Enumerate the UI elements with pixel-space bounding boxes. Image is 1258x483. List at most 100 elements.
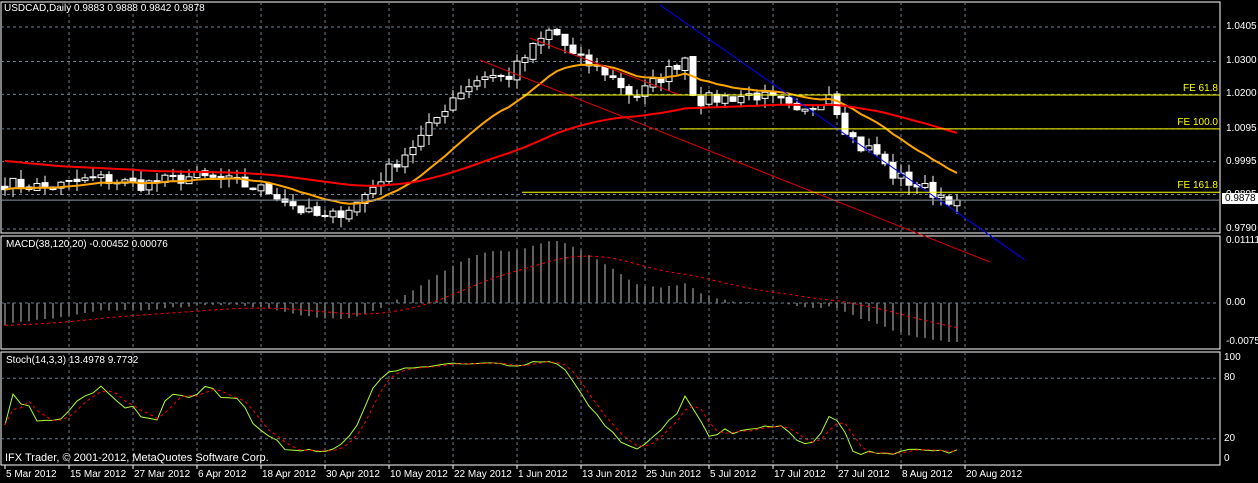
candle-body	[41, 182, 49, 188]
stoch-main-line	[4, 361, 958, 455]
candle-body	[401, 154, 409, 168]
price-tick-label: 1.0200	[1226, 88, 1257, 100]
macd-signal-line	[4, 255, 958, 329]
date-label: 10 May 2012	[390, 469, 448, 480]
candle-body	[521, 57, 529, 63]
candle-body	[921, 183, 929, 188]
candle-body	[321, 214, 329, 217]
candle-body	[697, 95, 705, 107]
candle-body	[929, 181, 937, 198]
panel-border	[0, 351, 1221, 466]
fibo-level-label: FE 100.0	[1177, 116, 1218, 128]
candle-body	[577, 53, 585, 56]
candle-body	[249, 187, 257, 190]
candle-body	[129, 177, 137, 182]
candle-body	[409, 146, 417, 156]
candle-body	[673, 64, 681, 70]
candle-body	[97, 174, 105, 179]
candle-body	[473, 80, 481, 87]
candle-body	[681, 57, 689, 71]
candle-body	[937, 194, 945, 198]
candle-body	[553, 29, 561, 36]
candle-body	[265, 182, 273, 195]
panel-border	[0, 235, 1221, 350]
price-tick-label: 0.9995	[1226, 155, 1257, 167]
date-label: 27 Mar 2012	[134, 469, 191, 480]
candle-body	[481, 76, 489, 81]
macd-title: MACD(38,120,20) -0.00452 0.00076	[6, 239, 168, 250]
candle-body	[873, 144, 881, 155]
candle-body	[393, 163, 401, 168]
candle-body	[465, 86, 473, 93]
macd-tick-label: -0.00756	[1226, 336, 1258, 347]
date-label: 30 Apr 2012	[326, 469, 380, 480]
date-label: 25 Jun 2012	[646, 469, 702, 480]
fast-ma-line	[4, 63, 958, 205]
price-tick-label: 1.0405	[1226, 21, 1257, 32]
date-label: 22 May 2012	[454, 469, 512, 480]
candle-body	[713, 93, 721, 103]
candle-body	[625, 86, 633, 96]
candle-body	[497, 75, 505, 78]
candle-body	[617, 77, 625, 89]
candle-body	[513, 60, 521, 81]
stoch-tick-label: 80	[1224, 372, 1236, 384]
stoch-tick-label: 20	[1224, 432, 1236, 444]
candle-body	[273, 194, 281, 200]
candle-body	[665, 66, 673, 83]
candle-body	[441, 111, 449, 117]
candle-body	[289, 201, 297, 207]
candle-body	[777, 95, 785, 99]
candle-body	[529, 43, 537, 60]
chart-canvas[interactable]	[0, 0, 1258, 483]
stoch-signal-line	[4, 361, 958, 455]
candle-body	[721, 95, 729, 104]
candle-body	[449, 97, 457, 111]
fibo-level-label: FE 161.8	[1177, 180, 1218, 192]
candle-body	[385, 163, 393, 182]
candle-body	[305, 207, 313, 213]
candle-body	[633, 95, 641, 98]
channel-line-upper	[659, 4, 1026, 261]
candle-body	[569, 44, 577, 54]
candle-body	[785, 96, 793, 104]
date-label: 17 Jul 2012	[774, 469, 826, 480]
candle-body	[81, 177, 89, 182]
macd-tick-label: 0.00	[1226, 297, 1246, 308]
candle-body	[257, 184, 265, 192]
candle-body	[801, 108, 809, 112]
chart-title: USDCAD,Daily 0.9883 0.9888 0.9842 0.9878	[4, 3, 205, 14]
candle-body	[841, 112, 849, 135]
stoch-tick-label: 100	[1224, 352, 1241, 363]
candle-body	[89, 176, 97, 179]
date-label: 13 Jun 2012	[582, 469, 638, 480]
price-tick-label: 0.9790	[1226, 223, 1257, 235]
candle-body	[729, 96, 737, 102]
date-label: 8 Aug 2012	[902, 469, 953, 480]
date-label: 5 Jul 2012	[710, 469, 757, 480]
candle-body	[425, 122, 433, 136]
channel-line-lower	[479, 59, 991, 263]
candle-body	[169, 174, 177, 177]
stoch-tick-label: 0	[1224, 453, 1230, 464]
candle-body	[953, 199, 961, 207]
candle-body	[73, 178, 81, 182]
candle-body	[329, 210, 337, 218]
candle-body	[489, 74, 497, 79]
macd-tick-label: 0.01111	[1226, 235, 1258, 246]
current-price-label: 0.9878	[1222, 193, 1258, 204]
price-tick-label: 1.0300	[1226, 55, 1257, 67]
candle-body	[809, 108, 817, 111]
candle-body	[609, 75, 617, 78]
candle-body	[345, 209, 353, 220]
candle-body	[545, 29, 553, 40]
slow-ma-line	[4, 103, 958, 187]
date-label: 5 Mar 2012	[6, 469, 57, 480]
candle-body	[849, 132, 857, 138]
fibo-level-label: FE 61.8	[1182, 82, 1218, 94]
candle-body	[313, 206, 321, 216]
candle-body	[561, 33, 569, 46]
date-label: 20 Aug 2012	[966, 469, 1023, 480]
candle-body	[737, 95, 745, 104]
date-label: 1 Jun 2012	[518, 469, 568, 480]
